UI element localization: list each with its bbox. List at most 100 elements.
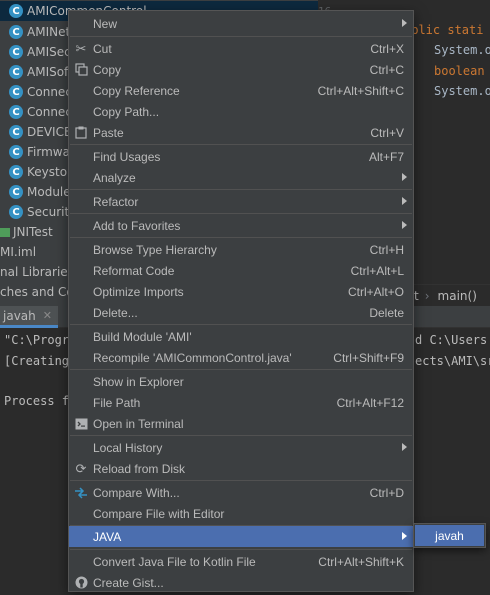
menu-item-java[interactable]: JAVA [69,526,413,547]
class-icon: C [9,105,23,119]
menu-item-label: Analyze [93,170,136,185]
close-icon[interactable]: ✕ [43,309,52,322]
tree-item-label: ches and Co [0,285,74,299]
menu-item-add-to-favorites[interactable]: Add to Favorites [69,215,413,236]
tree-item[interactable]: C DEVICE [0,122,72,142]
menu-item-build-module[interactable]: Build Module 'AMI' [69,326,413,347]
menu-item-reload-from-disk[interactable]: ⟳ Reload from Disk [69,458,413,479]
menu-item-cut[interactable]: ✂ Cut Ctrl+X [69,38,413,59]
tree-item[interactable]: C Connec [0,102,72,122]
menu-item-copy[interactable]: Copy Ctrl+C [69,59,413,80]
tree-item[interactable]: C Security [0,202,76,222]
submenu-arrow-icon [402,197,407,205]
menu-item-label: Cut [93,41,112,56]
github-icon [73,575,89,590]
tree-item[interactable]: C AMISec [0,42,71,62]
tree-item-label: MI.iml [0,245,37,259]
tree-item-label: Connec [27,105,72,119]
menu-item-local-history[interactable]: Local History [69,437,413,458]
menu-item-shortcut: Ctrl+Alt+O [347,284,404,299]
tree-item-label: Connec [27,85,72,99]
menu-item-paste[interactable]: Paste Ctrl+V [69,122,413,143]
terminal-icon [73,416,89,431]
menu-item-label: Copy [93,62,122,77]
menu-item-compare-with[interactable]: Compare With... Ctrl+D [69,482,413,503]
menu-item-delete[interactable]: Delete... Delete [69,302,413,323]
menu-item-shortcut: Alt+F7 [368,149,404,164]
tree-item[interactable]: ches and Co [0,282,74,302]
menu-item-label: Browse Type Hierarchy [93,242,217,257]
menu-separator [70,213,412,214]
menu-separator [70,237,412,238]
submenu-arrow-icon [402,443,407,451]
console-line: Process fi [4,394,77,408]
submenu-arrow-icon [402,173,407,181]
menu-item-label: New [93,16,118,31]
menu-item-recompile[interactable]: Recompile 'AMICommonControl.java' Ctrl+S… [69,347,413,368]
class-icon: C [9,145,23,159]
tree-item[interactable]: JNITest [0,222,53,242]
menu-item-shortcut: Ctrl+V [370,125,404,140]
menu-item-label: Copy Reference [93,83,180,98]
menu-item-label: Build Module 'AMI' [93,329,192,344]
menu-item-refactor[interactable]: Refactor [69,191,413,212]
console-line: d C:\Users [415,333,488,347]
menu-item-label: Show in Explorer [93,374,184,389]
class-icon: C [9,185,23,199]
submenu-item-javah[interactable]: javah [415,525,484,546]
tree-item[interactable]: MI.iml [0,242,36,262]
menu-item-file-path[interactable]: File Path Ctrl+Alt+F12 [69,392,413,413]
run-tab[interactable]: javah ✕ [0,306,58,328]
class-icon: C [9,125,23,139]
tree-item[interactable]: C AMINet [0,22,70,42]
menu-item-label: Refactor [93,194,139,209]
menu-item-optimize-imports[interactable]: Optimize Imports Ctrl+Alt+O [69,281,413,302]
menu-item-label: JAVA [93,529,122,544]
menu-item-label: Optimize Imports [93,284,184,299]
code-line: boolean [434,64,485,78]
breadcrumb-item[interactable]: main() [438,289,477,303]
menu-item-browse-type-hierarchy[interactable]: Browse Type Hierarchy Ctrl+H [69,239,413,260]
menu-item-label: Convert Java File to Kotlin File [93,554,256,569]
code-line: System.o [434,84,490,98]
menu-item-label: Copy Path... [93,104,160,119]
menu-item-shortcut: Ctrl+C [369,62,404,77]
menu-item-copy-reference[interactable]: Copy Reference Ctrl+Alt+Shift+C [69,80,413,101]
java-submenu: javah [413,523,486,548]
menu-item-shortcut: Ctrl+Alt+Shift+C [317,83,404,98]
menu-item-shortcut: Ctrl+Shift+F9 [333,350,404,365]
menu-item-analyze[interactable]: Analyze [69,167,413,188]
tree-item[interactable]: C AMISof [0,62,68,82]
chevron-right-icon: › [424,288,430,303]
menu-item-label: Paste [93,125,124,140]
menu-item-convert-to-kotlin[interactable]: Convert Java File to Kotlin File Ctrl+Al… [69,551,413,572]
menu-item-show-in-explorer[interactable]: Show in Explorer [69,371,413,392]
menu-separator [70,369,412,370]
breadcrumb-item[interactable]: t [414,289,419,303]
menu-separator [70,435,412,436]
menu-item-reformat-code[interactable]: Reformat Code Ctrl+Alt+L [69,260,413,281]
menu-item-compare-file-with-editor[interactable]: Compare File with Editor [69,503,413,524]
menu-item-label: Create Gist... [93,575,164,590]
class-icon: C [9,65,23,79]
class-icon: C [9,45,23,59]
menu-item-create-gist[interactable]: Create Gist... [69,572,413,593]
menu-separator [70,324,412,325]
tree-item[interactable]: nal Libraries [0,262,74,282]
menu-item-new[interactable]: New [69,13,413,34]
class-icon: C [9,25,23,39]
menu-separator [70,480,412,481]
tree-item[interactable]: C Connec [0,82,72,102]
menu-item-label: Find Usages [93,149,161,164]
menu-item-copy-path[interactable]: Copy Path... [69,101,413,122]
tree-item[interactable]: C Module [0,182,71,202]
tree-item-label: DEVICE [27,125,72,139]
menu-item-open-in-terminal[interactable]: Open in Terminal [69,413,413,434]
class-icon: C [9,85,23,99]
copy-icon [73,62,89,77]
class-icon: C [9,165,23,179]
menu-item-label: Add to Favorites [93,218,181,233]
menu-item-find-usages[interactable]: Find Usages Alt+F7 [69,146,413,167]
tree-item[interactable]: C Firmwar [0,142,75,162]
tree-item-label: AMINet [27,25,71,39]
